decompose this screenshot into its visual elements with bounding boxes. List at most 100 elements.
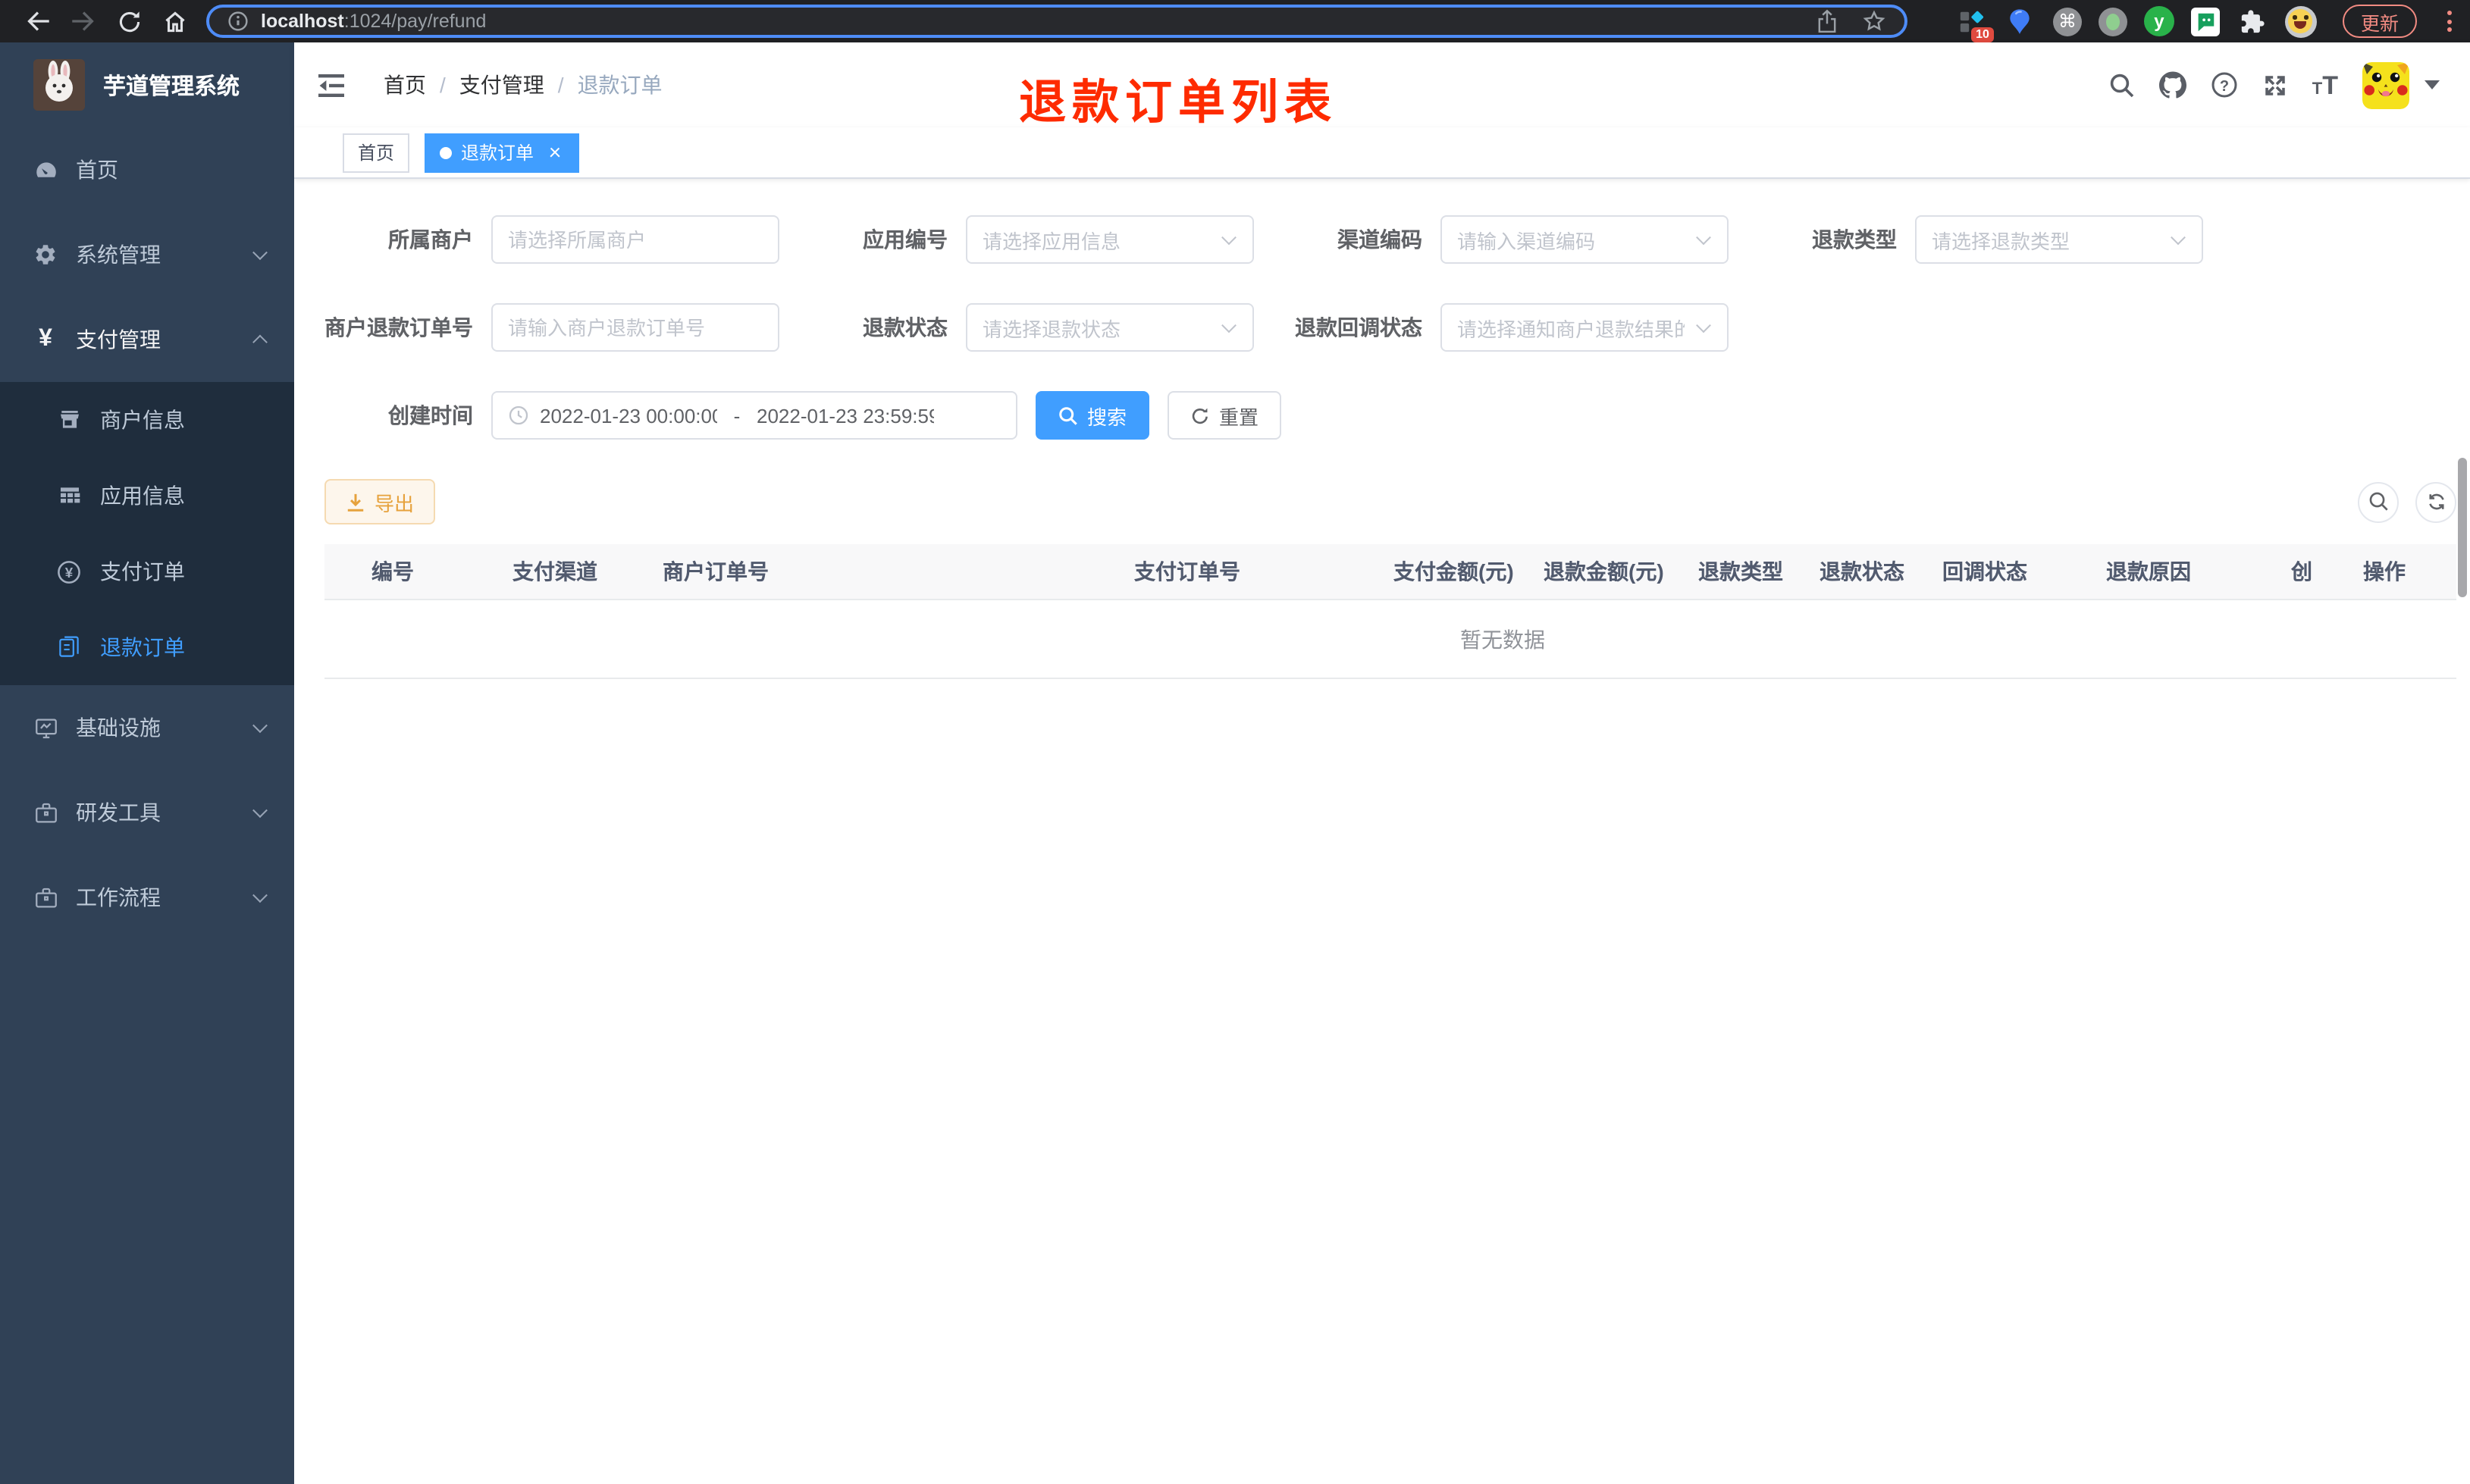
sidebar-item-label: 商户信息 [100, 408, 185, 432]
tag-refund-order[interactable]: 退款订单 [425, 133, 580, 172]
page-scrollbar[interactable] [2458, 458, 2467, 597]
browser-back-icon[interactable] [15, 2, 61, 41]
page-content: 所属商户 应用编号 请选择应用信息 渠道编码 请输入渠道编码 [294, 179, 2470, 679]
sidebar-fold-icon[interactable] [318, 74, 344, 96]
col-callback-status[interactable]: 回调状态 [1927, 556, 2091, 587]
sidebar-item-label: 支付订单 [100, 559, 185, 584]
col-pay-channel[interactable]: 支付渠道 [497, 556, 647, 587]
chevron-down-icon [252, 245, 268, 261]
create-time-range-picker[interactable]: 2022-01-23 00:00:00 - 2022-01-23 23:59:5… [491, 391, 1017, 440]
balloon-extension-icon[interactable] [2005, 5, 2036, 37]
avatar-caret-icon[interactable] [2425, 80, 2440, 89]
browser-home-icon[interactable] [152, 2, 197, 41]
sidebar-item-dev-tools[interactable]: 研发工具 [0, 770, 294, 855]
yen-icon: ¥ [39, 326, 52, 352]
app-select[interactable]: 请选择应用信息 [966, 215, 1254, 264]
profile-emoji-icon[interactable] [2284, 5, 2317, 37]
sidebar-item-infrastructure[interactable]: 基础设施 [0, 685, 294, 770]
font-size-icon[interactable]: TT [2312, 72, 2338, 98]
chevron-down-icon [1221, 318, 1237, 333]
search-button[interactable]: 搜索 [1036, 391, 1150, 440]
table-header: 编号 支付渠道 商户订单号 支付订单号 支付金额(元) 退款金额(元) 退款类型… [324, 544, 2456, 600]
sidebar: 芋道管理系统 首页 系统管理 ¥ 支付管理 商户信息 应用信息 ¥ 支付订单 退… [0, 42, 294, 1484]
chat-extension-icon[interactable] [2190, 7, 2220, 36]
refund-type-label: 退款类型 [1812, 227, 1897, 252]
chevron-down-icon [1221, 230, 1237, 246]
github-icon[interactable] [2158, 71, 2186, 99]
refund-status-select[interactable]: 请选择退款状态 [966, 303, 1254, 352]
command-extension-icon[interactable]: ⌘ [2052, 7, 2082, 36]
sidebar-item-payment[interactable]: ¥ 支付管理 [0, 297, 294, 382]
breadcrumb: 首页 / 支付管理 / 退款订单 [384, 70, 663, 100]
extensions-puzzle-icon[interactable] [2236, 5, 2268, 37]
col-refund-amount[interactable]: 退款金额(元) [1528, 556, 1683, 587]
sidebar-item-home[interactable]: 首页 [0, 127, 294, 212]
sidebar-item-workflow[interactable]: 工作流程 [0, 855, 294, 940]
sidebar-item-app-info[interactable]: 应用信息 [0, 458, 294, 534]
bookmark-star-icon[interactable] [1862, 9, 1886, 33]
col-pay-order-no[interactable]: 支付订单号 [1119, 556, 1378, 587]
col-refund-reason[interactable]: 退款原因 [2091, 556, 2276, 587]
sidebar-item-pay-order[interactable]: ¥ 支付订单 [0, 534, 294, 609]
chevron-down-icon [252, 888, 268, 903]
empty-text: 暂无数据 [1460, 627, 1545, 651]
help-icon[interactable]: ? [2211, 71, 2238, 99]
chrome-update-button[interactable]: 更新 [2342, 5, 2417, 38]
col-action[interactable]: 操作 [2312, 544, 2456, 600]
chevron-down-icon [2171, 230, 2186, 246]
callback-status-select[interactable]: 请选择通知商户退款结果的回调状态 [1440, 303, 1729, 352]
col-refund-status[interactable]: 退款状态 [1804, 556, 1927, 587]
app-logo[interactable]: 芋道管理系统 [0, 42, 294, 127]
share-icon[interactable] [1816, 9, 1838, 33]
sidebar-item-refund-order[interactable]: 退款订单 [0, 609, 294, 685]
browser-reload-icon[interactable] [106, 2, 152, 41]
reset-button[interactable]: 重置 [1168, 391, 1282, 440]
refund-status-label: 退款状态 [863, 315, 948, 340]
chevron-down-icon [1696, 230, 1711, 246]
sidebar-item-system[interactable]: 系统管理 [0, 212, 294, 297]
briefcase-icon [32, 884, 59, 910]
refresh-icon[interactable] [2415, 481, 2456, 522]
active-dot-icon [440, 146, 453, 158]
fullscreen-icon[interactable] [2262, 72, 2288, 98]
breadcrumb-home[interactable]: 首页 [384, 70, 426, 100]
col-merchant-order-no[interactable]: 商户订单号 [647, 556, 1119, 587]
green-dot-extension-icon[interactable] [2098, 7, 2127, 36]
table-empty-row: 暂无数据 [324, 600, 2456, 679]
avatar[interactable] [2362, 61, 2409, 108]
callback-status-label: 退款回调状态 [1295, 315, 1422, 340]
col-pay-amount[interactable]: 支付金额(元) [1378, 556, 1528, 587]
breadcrumb-payment[interactable]: 支付管理 [459, 70, 544, 100]
tag-home[interactable]: 首页 [343, 133, 410, 172]
header-search-icon[interactable] [2109, 72, 2135, 98]
toggle-search-icon[interactable] [2358, 481, 2399, 522]
address-bar[interactable]: localhost:1024/pay/refund [206, 5, 1907, 38]
sidebar-item-label: 基础设施 [76, 715, 161, 740]
breadcrumb-current: 退款订单 [577, 73, 663, 97]
gear-icon [32, 243, 59, 267]
refund-table: 编号 支付渠道 商户订单号 支付订单号 支付金额(元) 退款金额(元) 退款类型… [324, 544, 2456, 679]
site-info-icon[interactable] [227, 11, 249, 32]
browser-menu-icon[interactable] [2446, 11, 2452, 32]
refund-type-select[interactable]: 请选择退款类型 [1915, 215, 2203, 264]
app-title: 芋道管理系统 [103, 74, 240, 99]
devtools-extension-icon[interactable]: 10 [1956, 5, 1994, 42]
merchant-refund-no-label: 商户退款订单号 [324, 315, 473, 340]
sidebar-item-label: 退款订单 [100, 635, 185, 659]
browser-toolbar: localhost:1024/pay/refund 10 ⌘ y 更新 [0, 0, 2470, 42]
end-date-value: 2022-01-23 23:59:59 [757, 404, 934, 427]
tag-close-icon[interactable] [546, 143, 564, 161]
col-id[interactable]: 编号 [324, 556, 497, 587]
merchant-input[interactable] [491, 215, 779, 264]
sidebar-item-label: 工作流程 [76, 885, 161, 909]
browser-forward-icon[interactable] [61, 2, 106, 41]
y-extension-icon[interactable]: y [2143, 6, 2174, 36]
briefcase-icon [32, 800, 59, 825]
merchant-refund-no-input[interactable] [491, 303, 779, 352]
sidebar-item-merchant-info[interactable]: 商户信息 [0, 382, 294, 458]
col-refund-type[interactable]: 退款类型 [1683, 556, 1804, 587]
export-button[interactable]: 导出 [324, 479, 436, 524]
channel-select[interactable]: 请输入渠道编码 [1440, 215, 1729, 264]
dashboard-icon [32, 157, 59, 183]
clock-icon [508, 405, 529, 426]
